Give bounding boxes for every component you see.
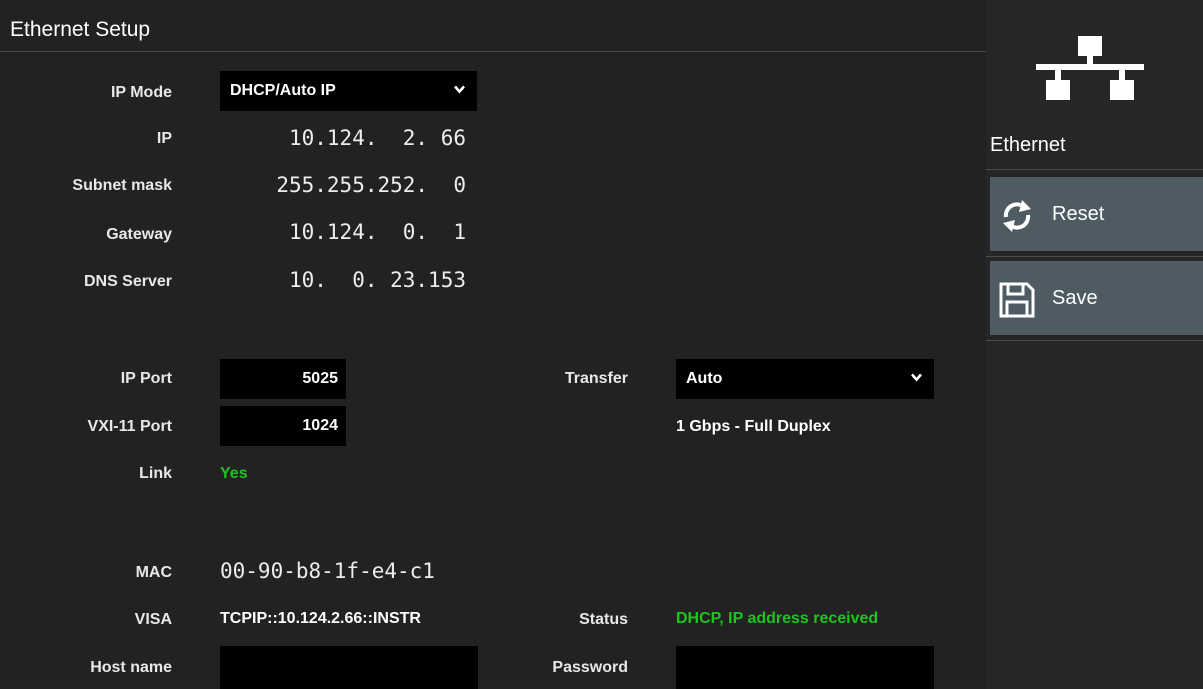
vxi-port-input[interactable]: 1024: [220, 406, 346, 446]
host-name-label: Host name: [90, 659, 172, 676]
chevron-down-icon: [911, 373, 922, 382]
dns-server-field[interactable]: 10. 0. 23.153: [220, 264, 466, 296]
status-label: Status: [579, 611, 628, 628]
reset-button[interactable]: Reset: [990, 177, 1203, 251]
gateway-field[interactable]: 10.124. 0. 1: [220, 216, 466, 248]
sidebar-title: Ethernet: [990, 134, 1066, 156]
chevron-down-icon: [454, 85, 465, 94]
title-bar: Ethernet Setup: [0, 10, 986, 52]
vxi-port-label: VXI-11 Port: [87, 418, 172, 435]
sidebar-header: Ethernet: [986, 0, 1203, 170]
save-button[interactable]: Save: [990, 261, 1203, 335]
ip-port-label: IP Port: [120, 370, 172, 387]
password-label: Password: [552, 659, 628, 676]
save-label: Save: [1052, 287, 1098, 309]
ip-mode-select[interactable]: DHCP/Auto IP: [220, 71, 477, 111]
sidebar: Ethernet Reset Save: [986, 0, 1203, 689]
visa-label: VISA: [134, 611, 172, 628]
subnet-mask-label: Subnet mask: [72, 177, 172, 194]
gateway-label: Gateway: [106, 226, 172, 243]
transfer-value: Auto: [686, 370, 723, 387]
ip-port-input[interactable]: 5025: [220, 359, 346, 399]
mac-label: MAC: [135, 564, 172, 581]
floppy-disk-icon: [999, 282, 1035, 318]
ip-mode-value: DHCP/Auto IP: [230, 82, 336, 99]
ip-label: IP: [156, 130, 172, 147]
transfer-label: Transfer: [564, 370, 628, 387]
password-input[interactable]: [676, 646, 934, 689]
reset-label: Reset: [1052, 203, 1105, 225]
reset-icon: [1003, 200, 1031, 232]
link-speed: 1 Gbps - Full Duplex: [676, 418, 831, 435]
mac-address: 00-90-b8-1f-e4-c1: [220, 559, 435, 583]
host-name-input[interactable]: [220, 646, 478, 689]
divider: [986, 340, 1203, 341]
connection-status: DHCP, IP address received: [676, 610, 879, 627]
link-status: Yes: [220, 465, 248, 482]
subnet-mask-field[interactable]: 255.255.252. 0: [220, 169, 466, 201]
transfer-select[interactable]: Auto: [676, 359, 934, 399]
dns-server-label: DNS Server: [83, 273, 172, 290]
ip-address-field[interactable]: 10.124. 2. 66: [220, 122, 466, 154]
ethernet-setup-panel: Ethernet Setup IP Mode DHCP/Auto IP IP 1…: [0, 0, 986, 689]
ip-mode-label: IP Mode: [110, 84, 172, 101]
page-title: Ethernet Setup: [10, 18, 151, 41]
link-label: Link: [139, 465, 172, 482]
visa-address: TCPIP::10.124.2.66::INSTR: [220, 610, 421, 627]
network-icon: [1036, 36, 1144, 100]
divider: [986, 256, 1203, 257]
